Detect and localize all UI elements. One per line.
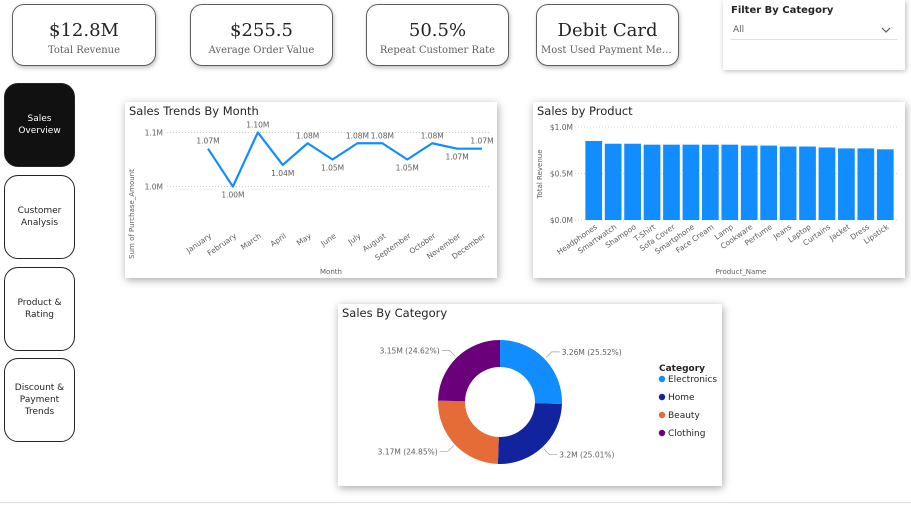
data-label: 1.00M [221, 191, 244, 200]
data-label: 3.15M (24.62%) [380, 347, 440, 356]
legend-item-beauty: Beauty [668, 411, 700, 421]
sales-trend-line [207, 131, 482, 188]
kpi-label: Most Used Payment Met... [541, 45, 676, 56]
filter-title: Filter By Category [731, 5, 834, 16]
nav-button-product-rating[interactable]: Product & Rating [4, 267, 75, 351]
data-label: 3.17M (24.85%) [378, 447, 438, 456]
nav-button-discount-payment[interactable]: Discount & Payment Trends [4, 358, 75, 442]
x-tick-label: June [318, 231, 338, 249]
bar [857, 148, 875, 220]
bar [721, 144, 739, 220]
leader-line [441, 350, 456, 357]
data-label: 1.08M [421, 131, 444, 140]
sales-by-product-bar-chart: Total Revenue Product_Name $1.0M $0.5M $0.… [536, 123, 898, 276]
x-tick-label: February [206, 231, 239, 258]
y-tick-label: $0.5M [550, 170, 573, 179]
nav-button-sales-overview[interactable]: Sales Overview [4, 83, 75, 167]
legend-item-electronics: Electronics [668, 375, 717, 385]
bar [838, 148, 855, 220]
nav-button-customer-analysis[interactable]: Customer Analysis [4, 175, 75, 259]
bar [740, 145, 758, 220]
leader-line [439, 445, 454, 452]
sales-by-category-chart-panel[interactable]: Sales By Category Category 3.26M (25.52%… [338, 304, 722, 486]
data-label: 1.07M [446, 153, 469, 162]
data-label: 1.08M [371, 131, 394, 140]
bar [624, 143, 641, 220]
kpi-value: 50.5% [408, 20, 467, 41]
donut-slice [438, 340, 500, 402]
legend-marker [658, 411, 666, 419]
leader-line [545, 351, 560, 358]
legend-item-home: Home [668, 393, 695, 403]
x-tick-label: March [239, 231, 263, 252]
legend-title: Category [659, 364, 705, 374]
sales-trends-chart-panel[interactable]: Sales Trends By Month Sum of Purchase_Am… [125, 102, 497, 278]
nav-label: Sales Overview [18, 114, 61, 136]
legend-marker [658, 393, 666, 401]
x-axis-title: Product_Name [716, 268, 767, 276]
kpi-value: $255.5 [230, 20, 293, 41]
legend-marker [658, 429, 666, 437]
data-label: 3.26M (25.52%) [562, 348, 622, 357]
kpi-card-most-used-payment: Debit Card Most Used Payment Met... [536, 4, 679, 66]
kpi-label: Average Order Value [208, 45, 315, 56]
data-label: 1.07M [196, 137, 219, 146]
data-label: 1.08M [296, 131, 319, 140]
legend-marker [658, 375, 666, 383]
bar [643, 144, 661, 220]
bar [760, 145, 778, 220]
bar [663, 144, 680, 220]
bar [682, 144, 700, 220]
nav-label: Customer Analysis [17, 206, 62, 228]
data-label: 1.08M [346, 131, 369, 140]
leader-line [543, 448, 558, 455]
donut-slice [438, 400, 499, 464]
data-label: 1.10M [246, 120, 269, 129]
bar [604, 143, 622, 220]
y-axis-title: Total Revenue [536, 149, 544, 199]
bar [799, 146, 816, 220]
kpi-value: Debit Card [557, 20, 658, 41]
sales-by-category-donut-chart: Category 3.26M (25.52%) 3.2M (25.01%) 3.17… [378, 340, 717, 464]
page-tabs-divider [0, 502, 911, 503]
filter-selected-value: All [733, 25, 745, 35]
sales-by-product-chart-panel[interactable]: Sales by Product Total Revenue Product_N… [533, 102, 905, 278]
data-label: 1.04M [271, 169, 294, 178]
legend-item-clothing: Clothing [668, 429, 705, 439]
data-label: 3.2M (25.01%) [559, 451, 614, 460]
y-axis-title: Sum of Purchase_Amount [128, 169, 136, 259]
bar [818, 147, 836, 220]
bar [585, 140, 603, 220]
bar [876, 149, 894, 220]
nav-label: Product & Rating [17, 298, 62, 320]
x-axis-title: Month [320, 268, 342, 276]
y-tick-label: 1.0M [145, 183, 163, 192]
category-filter-slicer: Filter By Category All [723, 0, 905, 70]
chevron-down-icon [881, 27, 891, 33]
y-tick-label: $0.0M [550, 216, 573, 225]
sales-trends-line-chart: Sum of Purchase_Amount Month 1.1M 1.0M 1.0… [128, 120, 494, 276]
y-tick-label: $1.0M [550, 123, 573, 132]
kpi-card-repeat-customer-rate: 50.5% Repeat Customer Rate [366, 4, 509, 66]
kpi-label: Total Revenue [47, 45, 121, 56]
kpi-value: $12.8M [49, 20, 119, 41]
donut-slice [500, 340, 562, 404]
category-filter-dropdown[interactable]: All [731, 22, 897, 40]
x-tick-label: May [295, 231, 313, 248]
kpi-card-total-revenue: $12.8M Total Revenue [12, 4, 156, 66]
bar [779, 146, 797, 220]
kpi-label: Repeat Customer Rate [379, 45, 496, 56]
bar [701, 144, 719, 220]
data-label: 1.05M [321, 164, 344, 173]
nav-label: Discount & Payment Trends [14, 383, 65, 417]
y-tick-label: 1.1M [145, 128, 163, 137]
x-tick-label: April [269, 231, 288, 248]
x-tick-label: July [346, 231, 363, 247]
data-label: 1.07M [470, 137, 493, 146]
kpi-card-average-order-value: $255.5 Average Order Value [190, 4, 333, 66]
x-tick-label: Jacket [827, 222, 852, 243]
data-label: 1.05M [396, 164, 419, 173]
